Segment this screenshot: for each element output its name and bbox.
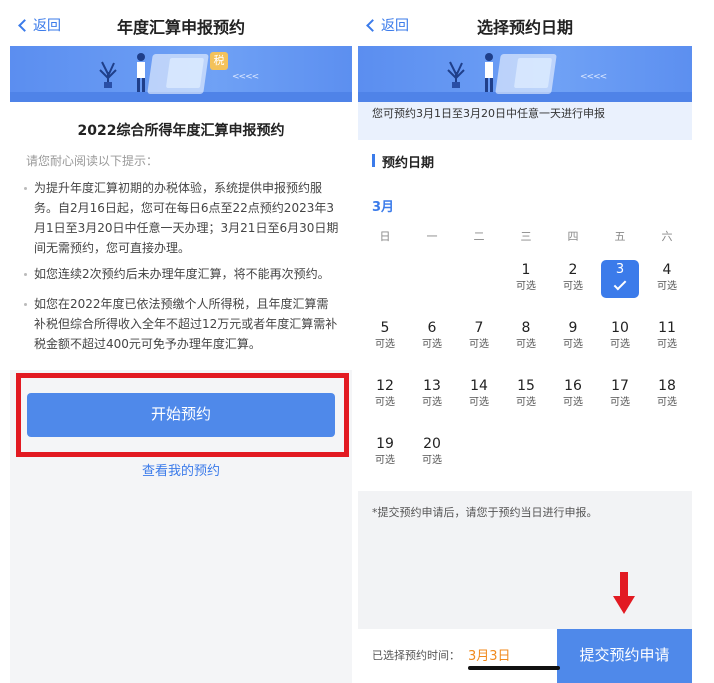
date-cell[interactable]: 17 可选	[601, 378, 639, 410]
date-cell[interactable]: 1 可选	[507, 262, 545, 294]
down-arrow-annotation	[613, 572, 635, 620]
tax-icon: 税	[210, 52, 228, 70]
date-status: 可选	[610, 397, 630, 408]
weekday-label: 二	[473, 230, 485, 243]
nav-bar: 返回 选择预约日期	[358, 0, 692, 46]
date-cell[interactable]: 10 可选	[601, 320, 639, 352]
date-cell[interactable]: 8 可选	[507, 320, 545, 352]
date-number: 12	[376, 378, 394, 394]
page-title: 选择预约日期	[476, 18, 573, 37]
date-cell[interactable]: 9 可选	[554, 320, 592, 352]
date-number: 16	[564, 378, 582, 394]
selected-time-value: 3月3日	[468, 649, 511, 664]
date-number: 19	[376, 436, 394, 452]
person-icon	[485, 53, 493, 92]
plant-icon	[99, 61, 117, 88]
weekday-label: 六	[661, 230, 673, 243]
date-cell[interactable]: 7 可选	[460, 320, 498, 352]
date-number: 2	[568, 262, 578, 278]
date-status: 可选	[375, 397, 395, 408]
date-cell[interactable]: 13 可选	[413, 378, 451, 410]
checkmark-icon	[613, 277, 627, 291]
date-status: 可选	[563, 397, 583, 408]
date-cell[interactable]: 5 可选	[366, 320, 404, 352]
plant-icon	[447, 61, 465, 88]
person-icon	[137, 53, 145, 92]
date-cell[interactable]: 16 可选	[554, 378, 592, 410]
date-status: 可选	[516, 339, 536, 350]
date-cell-selected[interactable]: 3	[601, 260, 639, 298]
weekday-label: 五	[614, 230, 626, 243]
arrows-decoration: <<<<	[232, 72, 259, 82]
notice-item: 如您在2022年度已依法预缴个人所得税，且年度汇算需补税但综合所得收入全年不超过…	[24, 294, 340, 354]
date-status: 可选	[375, 339, 395, 350]
date-cell[interactable]: 11 可选	[648, 320, 686, 352]
date-status: 可选	[657, 281, 677, 292]
date-number: 1	[521, 262, 531, 278]
notice-item: 为提升年度汇算初期的办税体验，系统提供申报预约服务。自2月16日起，您可在每日6…	[24, 178, 340, 258]
date-number: 15	[517, 378, 535, 394]
notice-item: 如您连续2次预约后未办理年度汇算，将不能再次预约。	[24, 264, 340, 284]
submit-reservation-button[interactable]: 提交预约申请	[557, 629, 692, 683]
date-cell[interactable]: 6 可选	[413, 320, 451, 352]
weekday-label: 一	[426, 230, 438, 243]
date-cell[interactable]: 2 可选	[554, 262, 592, 294]
weekday-label: 四	[567, 230, 579, 243]
date-number: 3	[615, 262, 625, 277]
date-status: 可选	[469, 397, 489, 408]
date-status: 可选	[657, 397, 677, 408]
home-indicator	[468, 666, 560, 670]
right-panel-select-date: 返回 选择预约日期 <<<< 您可预约3月1日至3月20日中任意一天进行申报 预…	[358, 0, 692, 683]
date-number: 6	[427, 320, 437, 336]
date-number: 9	[568, 320, 578, 336]
date-status: 可选	[610, 339, 630, 350]
date-cell[interactable]: 12 可选	[366, 378, 404, 410]
date-number: 17	[611, 378, 629, 394]
notice-hint: 请您耐心阅读以下提示：	[26, 154, 159, 168]
weekday-label: 三	[520, 230, 532, 243]
date-number: 14	[470, 378, 488, 394]
date-number: 8	[521, 320, 531, 336]
date-cell[interactable]: 19 可选	[366, 436, 404, 468]
date-status: 可选	[422, 339, 442, 350]
date-cell[interactable]: 4 可选	[648, 262, 686, 294]
date-cell[interactable]: 14 可选	[460, 378, 498, 410]
date-number: 13	[423, 378, 441, 394]
nav-bar: 返回 年度汇算申报预约	[10, 0, 352, 46]
date-cell[interactable]: 18 可选	[648, 378, 686, 410]
reservation-tip: 您可预约3月1日至3月20日中任意一天进行申报	[358, 102, 692, 140]
weekday-label: 日	[379, 230, 391, 243]
arrows-decoration: <<<<	[580, 72, 607, 82]
start-reservation-button[interactable]: 开始预约	[27, 393, 335, 437]
date-number: 10	[611, 320, 629, 336]
date-status: 可选	[563, 339, 583, 350]
date-number: 7	[474, 320, 484, 336]
date-status: 可选	[657, 339, 677, 350]
date-cell[interactable]: 15 可选	[507, 378, 545, 410]
banner-illustration: <<<<	[358, 46, 692, 102]
date-status: 可选	[375, 455, 395, 466]
date-status: 可选	[422, 397, 442, 408]
selected-time-label: 已选择预约时间：	[372, 649, 460, 662]
date-number: 11	[658, 320, 676, 336]
date-number: 20	[423, 436, 441, 452]
date-cell[interactable]: 20 可选	[413, 436, 451, 468]
view-my-reservations-link[interactable]: 查看我的预约	[10, 460, 352, 479]
date-number: 4	[662, 262, 672, 278]
date-status: 可选	[469, 339, 489, 350]
section-label-date: 预约日期	[372, 152, 434, 171]
date-number: 18	[658, 378, 676, 394]
month-label: 3月	[372, 200, 395, 215]
left-panel-reservation-intro: 返回 年度汇算申报预约 税 <<<< 2022综合所得年度汇算申报预约 请您耐心…	[10, 0, 352, 683]
submission-note: *提交预约申请后，请您于预约当日进行申报。	[372, 506, 598, 519]
date-status: 可选	[516, 281, 536, 292]
date-status: 可选	[422, 455, 442, 466]
date-status: 可选	[563, 281, 583, 292]
notice-heading: 2022综合所得年度汇算申报预约	[77, 123, 285, 139]
page-title: 年度汇算申报预约	[116, 18, 245, 37]
date-status: 可选	[516, 397, 536, 408]
banner-illustration: 税 <<<<	[10, 46, 352, 102]
date-number: 5	[380, 320, 390, 336]
